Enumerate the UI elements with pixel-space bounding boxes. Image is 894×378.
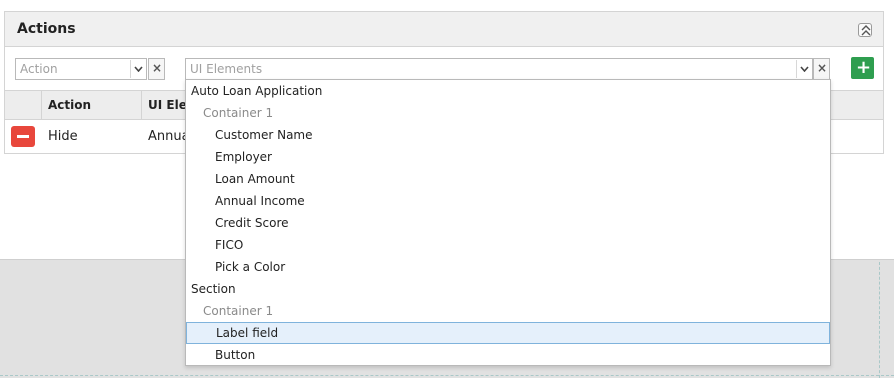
dropdown-subgroup-container-1: Container 1: [203, 304, 274, 318]
close-icon: ×: [152, 61, 163, 75]
dropdown-option-loan-amount[interactable]: Loan Amount: [186, 168, 830, 190]
chevron-down-icon: [800, 66, 809, 72]
dropdown-option-button[interactable]: Button: [186, 344, 830, 366]
chevron-down-icon: [134, 66, 143, 72]
dropdown-option-pick-a-color[interactable]: Pick a Color: [186, 256, 830, 278]
dropdown-group-section: Section: [191, 282, 236, 296]
panel-header: Actions: [5, 12, 883, 47]
action-clear-button[interactable]: ×: [148, 58, 165, 80]
plus-icon: +: [856, 57, 872, 78]
minus-icon: [17, 135, 29, 138]
drop-zone-border: [879, 262, 880, 378]
drop-zone-border: [0, 375, 894, 376]
collapse-up-icon: [861, 25, 871, 36]
ui-elements-clear-button[interactable]: ×: [813, 58, 830, 80]
ui-elements-select-arrow[interactable]: [796, 60, 812, 78]
column-divider: [141, 91, 142, 119]
row-action-cell: Hide: [48, 129, 78, 144]
dropdown-option-credit-score[interactable]: Credit Score: [186, 212, 830, 234]
column-divider: [41, 91, 42, 119]
add-action-button[interactable]: +: [851, 57, 874, 79]
dropdown-option-employer[interactable]: Employer: [186, 146, 830, 168]
ui-elements-dropdown-list: Auto Loan Application Container 1 Custom…: [185, 79, 831, 366]
panel-title: Actions: [17, 21, 76, 37]
column-header-action: Action: [48, 98, 92, 112]
dropdown-group-auto-loan-application: Auto Loan Application: [191, 84, 323, 98]
action-select[interactable]: Action: [15, 58, 147, 80]
dropdown-option-annual-income[interactable]: Annual Income: [186, 190, 830, 212]
ui-elements-select-placeholder: UI Elements: [190, 62, 263, 76]
dropdown-option-customer-name[interactable]: Customer Name: [186, 124, 830, 146]
ui-elements-select[interactable]: UI Elements: [185, 58, 813, 80]
action-select-arrow[interactable]: [130, 60, 146, 78]
close-icon: ×: [817, 61, 828, 75]
row-ui-element-cell: Annua: [148, 129, 190, 144]
dropdown-option-label-field[interactable]: Label field: [186, 322, 830, 344]
action-select-placeholder: Action: [20, 62, 58, 76]
remove-row-button[interactable]: [11, 126, 35, 147]
dropdown-subgroup-container-1: Container 1: [203, 106, 274, 120]
dropdown-option-fico[interactable]: FICO: [186, 234, 830, 256]
collapse-button[interactable]: [858, 23, 872, 37]
